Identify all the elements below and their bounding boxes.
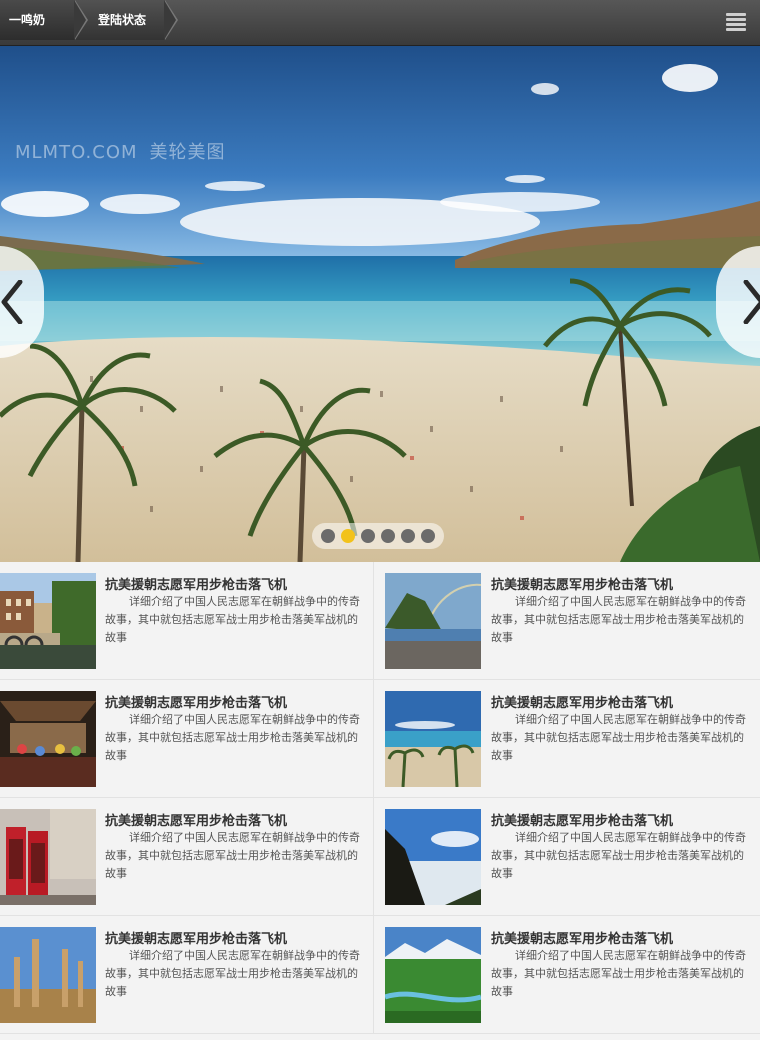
article-row: 抗美援朝志愿军用步枪击落飞机 详细介绍了中国人民志愿军在朝鲜战争中的传奇故事，其… (0, 916, 760, 1034)
cliff-sea-image (385, 809, 481, 905)
article-card[interactable]: 抗美援朝志愿军用步枪击落飞机 详细介绍了中国人民志愿军在朝鲜战争中的传奇故事，其… (374, 680, 760, 797)
article-thumbnail[interactable] (0, 573, 96, 669)
article-title[interactable]: 抗美援朝志愿军用步枪击落飞机 (491, 574, 673, 593)
article-card[interactable]: 抗美援朝志愿军用步枪击落飞机 详细介绍了中国人民志愿军在朝鲜战争中的传奇故事，其… (374, 798, 760, 915)
chevron-left-icon (1, 280, 23, 324)
breadcrumb-arrow (74, 0, 86, 40)
article-title[interactable]: 抗美援朝志愿军用步枪击落飞机 (105, 692, 287, 711)
article-desc: 详细介绍了中国人民志愿军在朝鲜战争中的传奇故事，其中就包括志愿军战士用步枪击落美… (105, 713, 360, 762)
ruins-image (0, 927, 96, 1023)
article-card[interactable]: 抗美援朝志愿军用步枪击落飞机 详细介绍了中国人民志愿军在朝鲜战争中的传奇故事，其… (0, 798, 374, 915)
market-hall-image (0, 691, 96, 787)
beach-palms-image (385, 691, 481, 787)
top-bar: 一鸣奶吧 登陆状态 (0, 0, 760, 67)
breadcrumb-item-home[interactable]: 一鸣奶吧 (0, 0, 88, 67)
breadcrumb-arrow (164, 0, 176, 40)
carousel-pagination (312, 523, 444, 549)
carousel-dot[interactable] (361, 529, 375, 543)
article-desc: 详细介绍了中国人民志愿军在朝鲜战争中的传奇故事，其中就包括志愿军战士用步枪击落美… (105, 831, 360, 880)
watermark-cn: 美轮美图 (149, 142, 226, 163)
article-title[interactable]: 抗美援朝志愿军用步枪击落飞机 (105, 928, 287, 947)
banner-carousel[interactable]: MLMTO.COM 美轮美图 (0, 46, 760, 562)
article-desc: 详细介绍了中国人民志愿军在朝鲜战争中的传奇故事，其中就包括志愿军战士用步枪击落美… (491, 949, 746, 998)
phone-booth-image (0, 809, 96, 905)
article-title[interactable]: 抗美援朝志愿军用步枪击落飞机 (491, 810, 673, 829)
breadcrumb-label: 登陆状态 (98, 13, 147, 27)
article-desc: 详细介绍了中国人民志愿军在朝鲜战争中的传奇故事，其中就包括志愿军战士用步枪击落美… (105, 949, 360, 998)
article-thumbnail[interactable] (385, 691, 481, 787)
menu-line (726, 23, 746, 26)
beach-slide-image (0, 46, 760, 562)
article-card[interactable]: 抗美援朝志愿军用步枪击落飞机 详细介绍了中国人民志愿军在朝鲜战争中的传奇故事，其… (0, 916, 374, 1033)
menu-line (726, 18, 746, 21)
article-desc: 详细介绍了中国人民志愿军在朝鲜战争中的传奇故事，其中就包括志愿军战士用步枪击落美… (491, 713, 746, 762)
article-title[interactable]: 抗美援朝志愿军用步枪击落飞机 (491, 692, 673, 711)
article-desc: 详细介绍了中国人民志愿军在朝鲜战争中的传奇故事，其中就包括志愿军战士用步枪击落美… (491, 595, 746, 644)
article-thumbnail[interactable] (385, 809, 481, 905)
article-desc: 详细介绍了中国人民志愿军在朝鲜战争中的传奇故事，其中就包括志愿军战士用步枪击落美… (105, 595, 360, 644)
article-row: 抗美援朝志愿军用步枪击落飞机 详细介绍了中国人民志愿军在朝鲜战争中的传奇故事，其… (0, 562, 760, 680)
article-thumbnail[interactable] (0, 691, 96, 787)
article-card[interactable]: 抗美援朝志愿军用步枪击落飞机 详细介绍了中国人民志愿军在朝鲜战争中的传奇故事，其… (0, 680, 374, 797)
menu-line (726, 13, 746, 16)
article-desc: 详细介绍了中国人民志愿军在朝鲜战争中的传奇故事，其中就包括志愿军战士用步枪击落美… (491, 831, 746, 880)
article-grid: 抗美援朝志愿军用步枪击落飞机 详细介绍了中国人民志愿军在朝鲜战争中的传奇故事，其… (0, 562, 760, 1034)
article-card[interactable]: 抗美援朝志愿军用步枪击落飞机 详细介绍了中国人民志愿军在朝鲜战争中的传奇故事，其… (374, 916, 760, 1033)
article-card[interactable]: 抗美援朝志愿军用步枪击落飞机 详细介绍了中国人民志愿军在朝鲜战争中的传奇故事，其… (374, 562, 760, 679)
article-thumbnail[interactable] (385, 573, 481, 669)
article-card[interactable]: 抗美援朝志愿军用步枪击落飞机 详细介绍了中国人民志愿军在朝鲜战争中的传奇故事，其… (0, 562, 374, 679)
article-thumbnail[interactable] (385, 927, 481, 1023)
article-row: 抗美援朝志愿军用步枪击落飞机 详细介绍了中国人民志愿军在朝鲜战争中的传奇故事，其… (0, 680, 760, 798)
grassland-image (385, 927, 481, 1023)
coast-rainbow-image (385, 573, 481, 669)
article-thumbnail[interactable] (0, 927, 96, 1023)
carousel-dot[interactable] (421, 529, 435, 543)
carousel-dot[interactable] (401, 529, 415, 543)
watermark-latin: MLMTO.COM (15, 142, 138, 163)
menu-line (726, 28, 746, 31)
article-thumbnail[interactable] (0, 809, 96, 905)
breadcrumb: 一鸣奶吧 登陆状态 (0, 0, 178, 67)
article-title[interactable]: 抗美援朝志愿军用步枪击落飞机 (491, 928, 673, 947)
bridge-town-image (0, 573, 96, 669)
carousel-dot[interactable] (381, 529, 395, 543)
article-title[interactable]: 抗美援朝志愿军用步枪击落飞机 (105, 574, 287, 593)
chevron-right-icon (743, 280, 760, 324)
hamburger-menu-icon[interactable] (726, 13, 746, 31)
carousel-dot[interactable] (321, 529, 335, 543)
article-title[interactable]: 抗美援朝志愿军用步枪击落飞机 (105, 810, 287, 829)
carousel-dot-active[interactable] (341, 529, 355, 543)
article-row: 抗美援朝志愿军用步枪击落飞机 详细介绍了中国人民志愿军在朝鲜战争中的传奇故事，其… (0, 798, 760, 916)
watermark: MLMTO.COM 美轮美图 (15, 138, 226, 164)
